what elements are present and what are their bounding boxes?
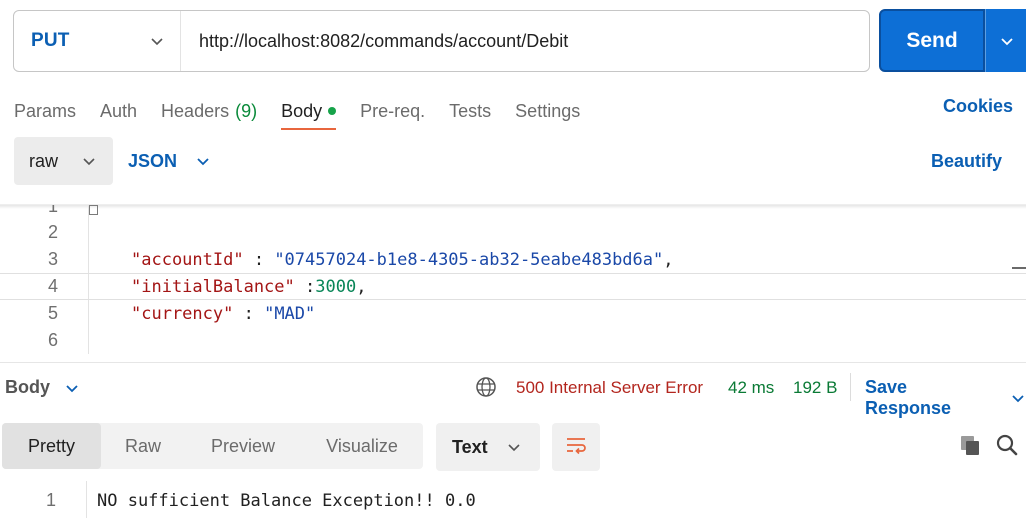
tab-label: Params [14, 100, 77, 121]
save-response-button[interactable]: Save Response [865, 377, 1026, 419]
method-label: PUT [31, 30, 70, 51]
tab-label: Pre-req. [360, 100, 426, 121]
tab-auth[interactable]: Auth [100, 92, 137, 130]
cookies-link[interactable]: Cookies [943, 96, 1013, 117]
line-number: 6 [47, 330, 58, 350]
chevron-down-icon [149, 33, 165, 49]
code-text: "accountId" : "07457024-b1e8-4305-ab32-5… [131, 250, 674, 270]
response-time[interactable]: 42 ms [728, 378, 774, 398]
beautify-button[interactable]: Beautify [931, 151, 1002, 172]
response-format-select[interactable]: Text [436, 423, 540, 471]
tab-visualize[interactable]: Visualize [301, 423, 423, 469]
globe-icon[interactable] [474, 375, 498, 399]
json-key: "accountId" [131, 249, 244, 270]
response-format-label: Text [452, 436, 488, 457]
send-button[interactable]: Send [879, 9, 985, 72]
response-header: Body 500 Internal Server Error 42 ms 192… [0, 362, 1026, 418]
line-number: 2 [47, 222, 58, 242]
divider [850, 373, 851, 401]
chevron-down-icon [506, 439, 522, 455]
body-format-select[interactable]: JSON [128, 137, 211, 185]
tab-pretty[interactable]: Pretty [2, 423, 101, 469]
response-body-label: Body [5, 377, 50, 397]
chevron-down-icon [81, 153, 97, 169]
chevron-down-icon [1010, 390, 1026, 406]
json-separator: : [243, 249, 275, 270]
json-value: "07457024-b1e8-4305-ab32-5eabe483bd6a" [274, 249, 664, 270]
line-number: 1 [45, 490, 56, 510]
response-body-text: NO sufficient Balance Exception!! 0.0 [97, 490, 476, 511]
chevron-down-icon [64, 380, 80, 396]
tab-tests[interactable]: Tests [449, 92, 491, 130]
body-format-label: JSON [128, 150, 178, 171]
json-separator: : [233, 303, 265, 324]
request-body-editor[interactable]: 1 2 3 "accountId" : "07457024-b1e8-4305-… [0, 204, 1026, 354]
editor-line: 1 [0, 204, 1026, 220]
json-value: 3000 [315, 276, 357, 297]
url-input[interactable] [181, 11, 869, 71]
line-number: 4 [47, 276, 58, 296]
tab-label: Auth [100, 100, 138, 121]
request-bar: PUT [13, 10, 870, 72]
chevron-down-icon [195, 153, 211, 169]
tab-label: Body [281, 100, 323, 121]
headers-count: (9) [235, 100, 258, 121]
copy-icon[interactable] [958, 433, 982, 457]
tab-pre-request[interactable]: Pre-req. [360, 92, 425, 130]
chevron-down-icon [999, 33, 1015, 49]
body-indicator-dot [328, 107, 337, 115]
send-group: Send [879, 9, 1026, 72]
json-comma: , [663, 249, 674, 270]
tab-raw[interactable]: Raw [101, 423, 185, 469]
tab-label: Tests [449, 100, 492, 121]
body-mode-select[interactable]: raw [14, 137, 113, 185]
response-view-tabs: Pretty Raw Preview Visualize [2, 423, 423, 469]
json-key: "initialBalance" [131, 276, 295, 297]
editor-line: 2 [0, 219, 1026, 246]
search-icon[interactable] [995, 433, 1019, 457]
code-text: "initialBalance" :3000, [131, 277, 366, 297]
editor-line: 6 [0, 327, 1026, 354]
wrap-lines-button[interactable] [552, 423, 600, 471]
wrap-lines-icon [564, 433, 588, 462]
line-number: 1 [47, 204, 58, 216]
status-code[interactable]: 500 Internal Server Error [516, 378, 703, 398]
line-number: 5 [47, 303, 58, 323]
response-line: 1 NO sufficient Balance Exception!! 0.0 [0, 487, 1026, 514]
code-text: "currency" : "MAD" [131, 304, 315, 324]
editor-line: 5 "currency" : "MAD" [0, 300, 1026, 327]
send-options-button[interactable] [985, 9, 1026, 72]
request-tabs: Params Auth Headers (9) Body Pre-req. Tes… [14, 92, 604, 130]
tab-preview[interactable]: Preview [185, 423, 301, 469]
json-value: "MAD" [264, 303, 316, 324]
body-mode-label: raw [29, 150, 59, 171]
json-comma: , [356, 276, 367, 297]
tab-params[interactable]: Params [14, 92, 76, 130]
line-number: 3 [47, 249, 58, 269]
editor-scrollbar[interactable] [1012, 267, 1026, 269]
tab-body[interactable]: Body [281, 92, 337, 130]
method-select[interactable]: PUT [14, 11, 181, 71]
json-key: "currency" [131, 303, 234, 324]
response-body-select[interactable]: Body [5, 377, 80, 398]
json-separator: : [294, 276, 316, 297]
editor-line-active: 4 "initialBalance" :3000, [0, 273, 1026, 300]
tab-label: Settings [515, 100, 581, 121]
tab-label: Headers [161, 100, 230, 121]
tab-headers[interactable]: Headers (9) [161, 92, 257, 130]
response-size[interactable]: 192 B [793, 378, 837, 398]
editor-line: 3 "accountId" : "07457024-b1e8-4305-ab32… [0, 246, 1026, 273]
save-response-label: Save Response [865, 377, 952, 418]
tab-settings[interactable]: Settings [515, 92, 580, 130]
